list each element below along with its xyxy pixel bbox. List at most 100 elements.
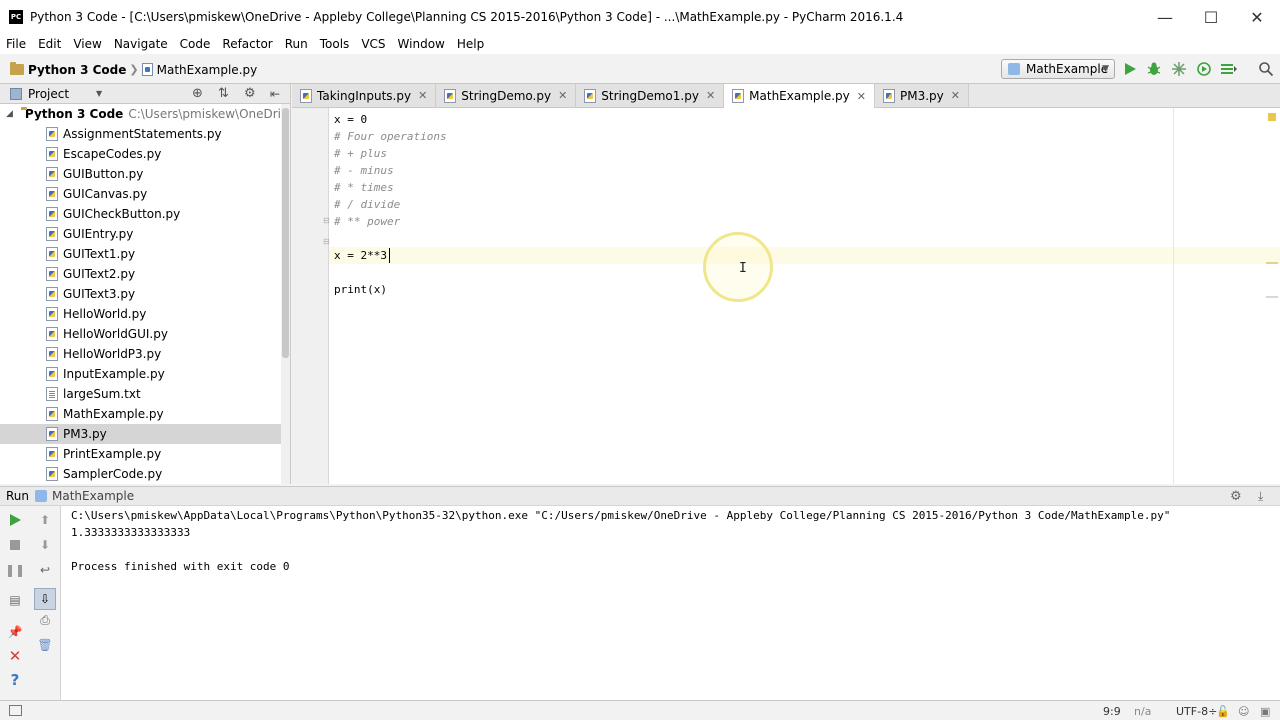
lock-icon[interactable]: 🔓	[1216, 705, 1230, 718]
tree-file-item[interactable]: PM3.py	[0, 424, 290, 444]
run-panel-config[interactable]: MathExample	[52, 489, 134, 503]
menu-window[interactable]: Window	[392, 34, 451, 54]
run-console[interactable]: C:\Users\pmiskew\AppData\Local\Programs\…	[61, 506, 1280, 700]
close-tab-icon[interactable]: ✕	[857, 90, 866, 103]
project-panel-title[interactable]: Project	[28, 87, 69, 101]
code-line[interactable]: x = 2**3	[334, 247, 387, 264]
file-encoding[interactable]: UTF-8÷	[1176, 705, 1217, 718]
close-tab-icon[interactable]: ✕	[706, 89, 715, 102]
tree-file-item[interactable]: MathExample.py	[0, 404, 290, 424]
down-arrow-icon[interactable]: ⬇	[37, 537, 53, 553]
search-everywhere-button[interactable]	[1257, 60, 1275, 78]
scroll-from-source-icon[interactable]: ⊕	[192, 86, 203, 101]
tree-file-item[interactable]: largeSum.txt	[0, 384, 290, 404]
menu-refactor[interactable]: Refactor	[216, 34, 278, 54]
run-configuration-select[interactable]: MathExample ▼	[1001, 59, 1115, 79]
tree-file-item[interactable]: GUIButton.py	[0, 164, 290, 184]
code-line[interactable]: print(x)	[334, 281, 387, 298]
menu-view[interactable]: View	[67, 34, 107, 54]
error-stripe-mark[interactable]	[1266, 296, 1278, 298]
menu-file[interactable]: File	[0, 34, 32, 54]
pin-icon[interactable]: 📌	[7, 624, 23, 640]
tree-file-item[interactable]: GUICheckButton.py	[0, 204, 290, 224]
editor-tab[interactable]: StringDemo1.py ✕	[576, 84, 725, 107]
menu-tools[interactable]: Tools	[314, 34, 356, 54]
run-panel-title[interactable]: Run	[6, 489, 29, 503]
code-editor[interactable]: ⊟ ⊟ x = 0 # Four operations # + plus # - mi…	[292, 108, 1280, 484]
menu-run[interactable]: Run	[279, 34, 314, 54]
caret-position[interactable]: 9:9	[1103, 705, 1121, 718]
editor-tab[interactable]: PM3.py ✕	[875, 84, 969, 107]
close-window-button[interactable]: ✕	[1234, 0, 1280, 34]
tree-file-item[interactable]: SamplerCode.py	[0, 464, 290, 484]
tree-file-item[interactable]: EscapeCodes.py	[0, 144, 290, 164]
editor-tab[interactable]: TakingInputs.py ✕	[292, 84, 437, 107]
code-comment-line[interactable]: # + plus	[334, 145, 387, 162]
tree-file-item[interactable]: HelloWorld.py	[0, 304, 290, 324]
scroll-to-end-icon[interactable]: ⇩	[34, 588, 56, 610]
code-comment-line[interactable]: # * times	[334, 179, 394, 196]
run-coverage-button[interactable]	[1170, 60, 1188, 78]
debug-button[interactable]	[1145, 60, 1163, 78]
code-comment-line[interactable]: # / divide	[334, 196, 400, 213]
tree-file-item[interactable]: HelloWorldP3.py	[0, 344, 290, 364]
tree-root[interactable]: ◢ Python 3 Code C:\Users\pmiskew\OneDriv…	[0, 104, 290, 124]
line-separator-status[interactable]: n/a	[1134, 705, 1151, 718]
tree-file-item[interactable]: GUICanvas.py	[0, 184, 290, 204]
trash-icon[interactable]: 🗑	[37, 637, 53, 653]
tree-file-item[interactable]: GUIText2.py	[0, 264, 290, 284]
minimize-button[interactable]: —	[1142, 0, 1188, 34]
menu-edit[interactable]: Edit	[32, 34, 67, 54]
editor-tab[interactable]: StringDemo.py ✕	[436, 84, 577, 107]
gear-icon[interactable]: ⚙	[244, 86, 256, 101]
print-icon[interactable]: ⎙	[37, 612, 53, 628]
run-button[interactable]	[1121, 60, 1139, 78]
code-comment-line[interactable]: # Four operations	[334, 128, 447, 145]
fold-marker-icon[interactable]: ⊟	[323, 237, 330, 246]
tree-file-item[interactable]: GUIText3.py	[0, 284, 290, 304]
breadcrumb-file[interactable]: MathExample.py	[141, 56, 257, 84]
tree-file-item[interactable]: HelloWorldGUI.py	[0, 324, 290, 344]
code-comment-line[interactable]: # - minus	[334, 162, 394, 179]
layout-icon[interactable]: ▤	[7, 592, 23, 608]
menu-vcs[interactable]: VCS	[355, 34, 391, 54]
close-tab-icon[interactable]: ✕	[418, 89, 427, 102]
editor-tab[interactable]: MathExample.py ✕	[724, 84, 875, 108]
menu-navigate[interactable]: Navigate	[108, 34, 174, 54]
error-stripe-mark[interactable]	[1266, 262, 1278, 264]
inspection-status-icon[interactable]	[1268, 113, 1276, 121]
close-tab-icon[interactable]: ✕	[558, 89, 567, 102]
hide-panel-icon[interactable]: ⤓	[1258, 489, 1263, 504]
chevron-down-icon[interactable]: ▼	[96, 89, 102, 98]
pause-icon[interactable]: ❚❚	[5, 562, 25, 578]
concurrency-diagram-button[interactable]	[1220, 60, 1238, 78]
code-comment-line[interactable]: # ** power	[334, 213, 400, 230]
soft-wrap-icon[interactable]: ↩	[37, 562, 53, 578]
gear-icon[interactable]: ⚙	[1230, 489, 1242, 504]
menu-code[interactable]: Code	[174, 34, 217, 54]
profile-button[interactable]	[1195, 60, 1213, 78]
tree-file-item[interactable]: InputExample.py	[0, 364, 290, 384]
tool-windows-icon[interactable]	[9, 705, 22, 716]
scrollbar-thumb[interactable]	[282, 108, 289, 358]
stop-button[interactable]	[7, 537, 23, 553]
project-tree-scrollbar[interactable]	[281, 104, 290, 484]
code-line[interactable]: x = 0	[334, 111, 367, 128]
tree-file-item[interactable]: AssignmentStatements.py	[0, 124, 290, 144]
breadcrumb-project[interactable]: Python 3 Code ❯	[0, 56, 142, 84]
fold-marker-icon[interactable]: ⊟	[323, 216, 330, 225]
editor-gutter[interactable]: ⊟ ⊟	[292, 108, 330, 484]
tree-file-item[interactable]: GUIEntry.py	[0, 224, 290, 244]
maximize-button[interactable]: ☐	[1188, 0, 1234, 34]
tree-file-item[interactable]: GUIText1.py	[0, 244, 290, 264]
inspector-icon[interactable]: ☺	[1238, 705, 1249, 718]
rerun-button[interactable]	[7, 512, 23, 528]
expand-arrow-icon[interactable]: ◢	[6, 109, 13, 119]
event-log-icon[interactable]: ▣	[1260, 705, 1270, 718]
help-icon[interactable]: ?	[7, 671, 23, 689]
up-arrow-icon[interactable]: ⬆	[37, 512, 53, 528]
close-tab-icon[interactable]: ✕	[951, 89, 960, 102]
close-icon[interactable]: ✕	[7, 647, 23, 665]
tree-file-item[interactable]: PrintExample.py	[0, 444, 290, 464]
menu-help[interactable]: Help	[451, 34, 490, 54]
